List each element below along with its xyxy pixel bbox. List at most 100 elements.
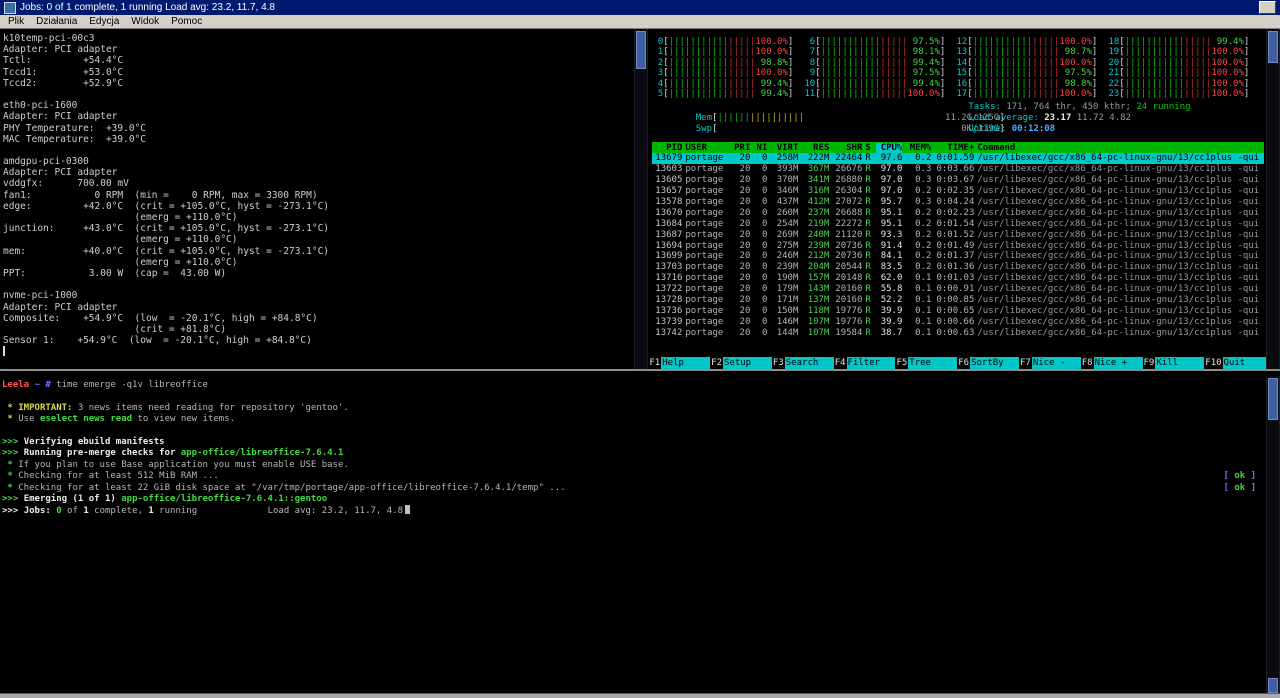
cpu-meter-15: 15[|||||||||||||||| 97.5%] [956,68,1106,78]
cell-s: R [865,208,873,218]
emerge-terminal[interactable]: Leela ~ # time emerge -q1v libreoffice *… [0,376,1266,693]
cell-time: 0:01.52 [934,230,974,240]
meter-bracket: ] [788,47,793,57]
meter-bar: ||||| [728,47,755,57]
titlebar[interactable]: Jobs: 0 of 1 complete, 1 running Load av… [0,0,1280,15]
process-row[interactable]: 13694portage200275M239M20736R91.40.20:01… [652,240,1264,251]
scrollbar-thumb[interactable] [1268,31,1278,63]
cell-virt: 346M [770,186,798,196]
fkey-nice[interactable]: F7Nice - [1019,357,1081,369]
htop-scrollbar[interactable] [1266,29,1280,369]
column-header-cpu[interactable]: CPU% [876,143,902,153]
menu-item-view[interactable]: Widok [125,16,165,27]
column-header-s[interactable]: S [865,143,873,153]
terminal-scrollbar[interactable] [1266,376,1280,693]
cell-mem: 0.3 [905,164,931,174]
text: time emerge -q1v libreoffice [51,380,208,390]
text: of [62,506,84,516]
cpu-core-number: 15 [956,68,967,78]
process-row[interactable]: 13605portage200370M341M26880R97.00.30:03… [652,175,1264,186]
fkey-filter[interactable]: F4Filter [834,357,896,369]
sensors-scrollbar[interactable] [634,29,648,369]
process-row[interactable]: 13722portage200179M143M20160R55.80.10:00… [652,284,1264,295]
fkey-sortby[interactable]: F6SortBy [957,357,1019,369]
column-header-virt[interactable]: VIRT [770,143,798,153]
cell-res: 219M [801,219,829,229]
meter-bar: ||||||||||| [669,68,729,78]
scrollbar-thumb[interactable] [636,31,646,69]
cell-s: R [865,175,873,185]
column-header-res[interactable]: RES [801,143,829,153]
fkey-label: Nice + [1094,357,1143,369]
menu-item-edit[interactable]: Edycja [83,16,125,27]
cell-command: /usr/libexec/gcc/x86_64-pc-linux-gnu/13/… [977,317,1264,327]
htop-pane[interactable]: 0[||||||||||||||||100.0%] 1[||||||||||||… [648,29,1266,369]
meter-bracket: ] [940,37,945,47]
cpu-percent: 100.0% [1211,58,1244,68]
cpu-core-number: 18 [1108,37,1119,47]
fkey-kill[interactable]: F9Kill [1143,357,1205,369]
cell-pid: 13716 [652,273,682,283]
cpu-core-number: 17 [956,89,967,99]
cpu-meter-20: 20[||||||||||||||||100.0%] [1108,58,1258,68]
cell-pri: 20 [732,153,750,163]
process-row[interactable]: 13728portage200171M137M20160R52.20.10:00… [652,295,1264,306]
fkey-tree[interactable]: F5Tree [895,357,957,369]
fkey-help[interactable]: F1Help [648,357,710,369]
fkey-quit[interactable]: F10Quit [1204,357,1266,369]
menu-item-file[interactable]: Plik [2,16,30,27]
scrollbar-thumb[interactable] [1268,378,1278,420]
process-row[interactable]: 13742portage200144M107M19584R38.70.10:00… [652,327,1264,338]
process-row[interactable]: 13739portage200146M107M19776R39.90.10:00… [652,317,1264,328]
text: Use [18,414,40,424]
cell-shr: 20160 [832,284,862,294]
text: 23.17 [1044,113,1077,123]
column-header-time[interactable]: TIME+ [934,143,974,153]
process-row[interactable]: 13578portage200437M412M27072R95.70.30:04… [652,197,1264,208]
process-row[interactable]: 13657portage200346M316M26304R97.00.20:02… [652,186,1264,197]
cpu-meter-12: 12[||||||||||||||||100.0%] [956,37,1106,47]
process-row[interactable]: 13703portage200239M204M20544R83.50.20:01… [652,262,1264,273]
sensors-pane[interactable]: k10temp-pci-00c3Adapter: PCI adapterTctl… [0,29,634,369]
process-row[interactable]: 13687portage200269M240M21120R93.30.20:01… [652,229,1264,240]
text: Load avg: 23.2, 11.7, 4.8 [197,506,403,516]
process-row[interactable]: 13699portage200246M212M20736R84.10.20:01… [652,251,1264,262]
window-menu-button[interactable] [1259,1,1276,14]
resize-grip[interactable] [1268,678,1278,693]
cell-s: R [865,153,873,163]
column-header-command[interactable]: Command [977,143,1264,153]
column-header-shr[interactable]: SHR [832,143,862,153]
cell-cpu: 62.0 [876,273,902,283]
cpu-core-number: 5 [652,89,663,99]
sensors-line: Tccd1: +53.0°C [3,67,634,78]
process-row[interactable]: 13670portage200260M237M26688R95.10.20:02… [652,208,1264,219]
process-row[interactable]: 13603portage200393M367M26676R97.00.30:03… [652,164,1264,175]
text: * [2,414,18,424]
process-row[interactable]: 13679portage200258M222M22464R97.60.20:01… [652,153,1264,164]
column-header-pri[interactable]: PRI [732,143,750,153]
fkey-setup[interactable]: F2Setup [710,357,772,369]
cell-mem: 0.2 [905,251,931,261]
column-header-mem[interactable]: MEM% [905,143,931,153]
fkey-nice[interactable]: F8Nice + [1081,357,1143,369]
process-row[interactable]: 13716portage200190M157M20148R62.00.10:01… [652,273,1264,284]
cell-s: R [865,317,873,327]
menu-item-actions[interactable]: Działania [30,16,83,27]
cell-cpu: 52.2 [876,295,902,305]
process-row[interactable]: 13684portage200254M219M22272R95.10.20:01… [652,219,1264,230]
pane-divider[interactable] [0,369,1280,376]
column-header-ni[interactable]: NI [753,143,767,153]
cpu-meter-13: 13[|||||||||||||||| 98.7%] [956,47,1106,57]
cell-shr: 21120 [832,230,862,240]
text: 00:12:08 [1012,124,1055,134]
sensors-line [3,279,634,290]
fkey-search[interactable]: F3Search [772,357,834,369]
meter-bar: ||||||||||| [669,58,729,68]
menu-item-help[interactable]: Pomoc [165,16,208,27]
cpu-percent: 100.0% [755,37,788,47]
meter-bar: ||||||||||| [973,47,1033,57]
cell-virt: 146M [770,317,798,327]
meter-bar: ||||| [880,79,907,89]
process-row[interactable]: 13736portage200150M118M19776R39.90.10:00… [652,306,1264,317]
terminal-line: * Checking for at least 512 MiB RAM ...[… [2,471,1266,482]
